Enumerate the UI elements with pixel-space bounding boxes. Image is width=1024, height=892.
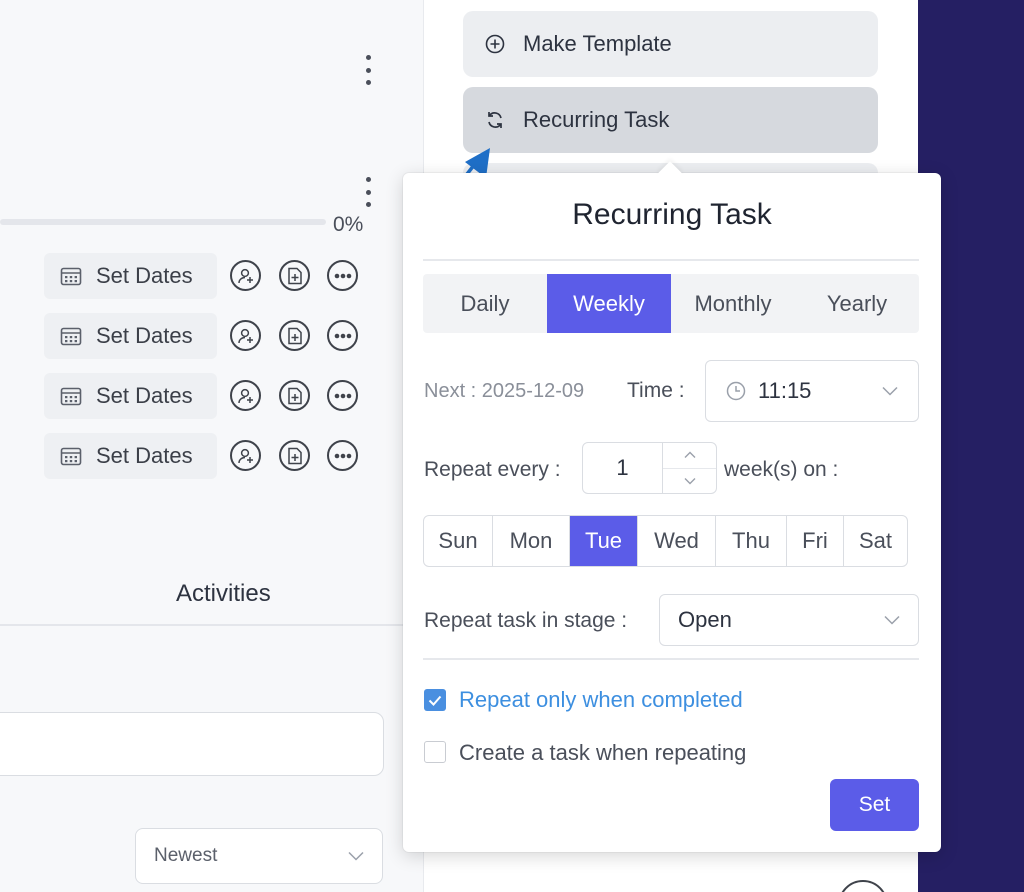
set-dates-label: Set Dates <box>96 443 193 468</box>
more-actions-icon[interactable] <box>327 380 358 411</box>
assign-user-icon[interactable] <box>230 320 261 351</box>
set-dates-button[interactable]: Set Dates <box>44 313 217 359</box>
calendar-icon <box>60 267 82 286</box>
day-thu[interactable]: Thu <box>716 516 787 566</box>
chevron-down-icon <box>684 477 695 485</box>
assign-user-icon[interactable] <box>230 260 261 291</box>
repeat-interval-stepper[interactable]: 1 <box>582 442 717 494</box>
day-fri[interactable]: Fri <box>787 516 844 566</box>
time-value: 11:15 <box>758 378 812 403</box>
chevron-down-icon <box>882 386 898 396</box>
calendar-icon <box>60 387 82 406</box>
tab-weekly[interactable]: Weekly <box>547 274 671 333</box>
recurring-task-label: Recurring Task <box>523 107 670 132</box>
task-row: Set Dates <box>44 313 374 359</box>
task-row: Set Dates <box>44 253 374 299</box>
add-file-icon[interactable] <box>279 260 310 291</box>
set-dates-button[interactable]: Set Dates <box>44 253 217 299</box>
tab-monthly[interactable]: Monthly <box>671 274 795 333</box>
frequency-tabs: Daily Weekly Monthly Yearly <box>423 274 919 333</box>
divider <box>423 259 919 261</box>
create-task-label[interactable]: Create a task when repeating <box>459 740 746 766</box>
calendar-icon <box>60 327 82 346</box>
chevron-down-icon <box>884 615 900 625</box>
sort-select-value: Newest <box>154 845 218 866</box>
next-occurrence: Next : 2025-12-09 <box>424 380 585 402</box>
assign-user-icon[interactable] <box>230 440 261 471</box>
plus-circle-icon <box>485 34 505 54</box>
refresh-icon <box>488 112 502 128</box>
stage-label: Repeat task in stage : <box>424 609 628 632</box>
day-sun[interactable]: Sun <box>424 516 493 566</box>
repeat-only-completed-label[interactable]: Repeat only when completed <box>459 687 743 713</box>
chevron-up-icon <box>684 451 695 459</box>
more-actions-icon[interactable] <box>327 320 358 351</box>
day-sat[interactable]: Sat <box>844 516 907 566</box>
more-options-icon[interactable] <box>362 55 374 85</box>
set-dates-button[interactable]: Set Dates <box>44 373 217 419</box>
tab-daily[interactable]: Daily <box>423 274 547 333</box>
time-label: Time : <box>627 379 685 402</box>
set-dates-button[interactable]: Set Dates <box>44 433 217 479</box>
add-file-icon[interactable] <box>279 380 310 411</box>
activities-title: Activities <box>176 580 271 607</box>
divider <box>0 624 424 626</box>
time-picker[interactable]: 11:15 <box>705 360 919 422</box>
set-dates-label: Set Dates <box>96 263 193 288</box>
day-tue[interactable]: Tue <box>570 516 638 566</box>
set-dates-label: Set Dates <box>96 383 193 408</box>
more-actions-icon[interactable] <box>327 260 358 291</box>
set-button[interactable]: Set <box>830 779 919 831</box>
progress-percent: 0% <box>333 213 364 236</box>
assign-user-icon[interactable] <box>230 380 261 411</box>
activity-sort-select[interactable]: Newest <box>135 828 383 884</box>
stage-value: Open <box>678 607 732 632</box>
repeat-every-label: Repeat every : <box>424 458 561 481</box>
increment-button[interactable] <box>663 443 716 468</box>
weekday-selector: Sun Mon Tue Wed Thu Fri Sat <box>423 515 908 567</box>
weeks-on-label: week(s) on : <box>724 458 839 481</box>
more-actions-icon[interactable] <box>327 440 358 471</box>
chevron-down-icon <box>348 851 364 861</box>
clock-icon <box>726 381 746 401</box>
make-template-label: Make Template <box>523 31 672 56</box>
popover-caret-cover <box>652 174 688 188</box>
more-options-icon[interactable] <box>362 177 374 207</box>
task-row: Set Dates <box>44 373 374 419</box>
decrement-button[interactable] <box>663 467 716 494</box>
activity-comment-input[interactable] <box>0 712 384 776</box>
divider <box>423 658 919 660</box>
create-task-checkbox[interactable] <box>424 741 446 763</box>
add-file-icon[interactable] <box>279 440 310 471</box>
day-wed[interactable]: Wed <box>638 516 716 566</box>
make-template-button[interactable]: Make Template <box>463 11 878 77</box>
recurring-task-button[interactable]: Recurring Task <box>463 87 878 153</box>
calendar-icon <box>60 447 82 466</box>
stage-select[interactable]: Open <box>659 594 919 646</box>
repeat-only-completed-checkbox[interactable] <box>424 689 446 711</box>
add-file-icon[interactable] <box>279 320 310 351</box>
set-dates-label: Set Dates <box>96 323 193 348</box>
progress-bar <box>0 219 326 225</box>
repeat-interval-value[interactable]: 1 <box>583 443 663 493</box>
tab-yearly[interactable]: Yearly <box>795 274 919 333</box>
checkmark-icon <box>428 695 442 706</box>
popover-title: Recurring Task <box>572 198 772 231</box>
day-mon[interactable]: Mon <box>493 516 570 566</box>
task-row: Set Dates <box>44 433 374 479</box>
